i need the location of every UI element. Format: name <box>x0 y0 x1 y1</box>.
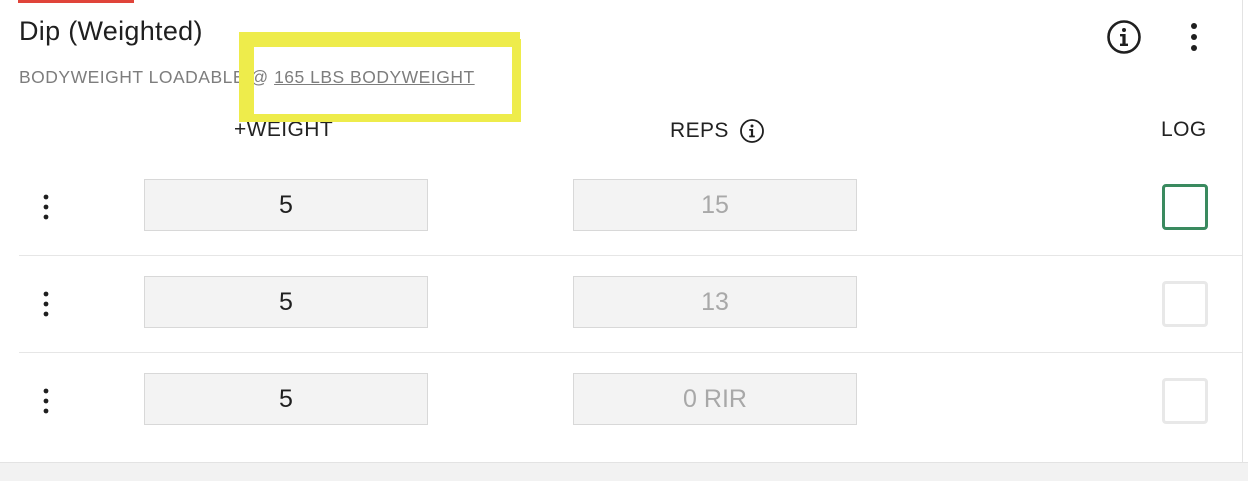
reps-input[interactable]: 13 <box>573 276 857 328</box>
set-row-menu-icon[interactable] <box>33 381 59 421</box>
info-icon[interactable] <box>1105 18 1143 56</box>
bottom-strip <box>0 462 1248 481</box>
annotation-highlight-box <box>246 39 521 122</box>
exercise-title: Dip (Weighted) <box>19 16 203 46</box>
log-checkbox[interactable] <box>1162 184 1208 230</box>
row-divider <box>19 255 1242 256</box>
weight-input[interactable]: 5 <box>144 179 428 231</box>
weight-input[interactable]: 5 <box>144 276 428 328</box>
log-checkbox[interactable] <box>1162 378 1208 424</box>
set-row-menu-icon[interactable] <box>33 187 59 227</box>
row-divider <box>19 352 1242 353</box>
weight-input[interactable]: 5 <box>144 373 428 425</box>
reps-input[interactable]: 0 RIR <box>573 373 857 425</box>
log-checkbox[interactable] <box>1162 281 1208 327</box>
column-header-log: LOG <box>1161 118 1207 141</box>
exercise-card: Dip (Weighted) BODYWEIGHT LOADABLE @ 165… <box>0 0 1243 462</box>
more-options-icon[interactable] <box>1178 18 1210 56</box>
accent-bar <box>18 0 134 3</box>
reps-input[interactable]: 15 <box>573 179 857 231</box>
column-header-reps: REPS <box>670 118 765 144</box>
set-row-menu-icon[interactable] <box>33 284 59 324</box>
reps-info-icon[interactable] <box>739 118 765 144</box>
subtitle-prefix: BODYWEIGHT LOADABLE <box>19 67 246 87</box>
column-header-reps-label: REPS <box>670 119 729 142</box>
